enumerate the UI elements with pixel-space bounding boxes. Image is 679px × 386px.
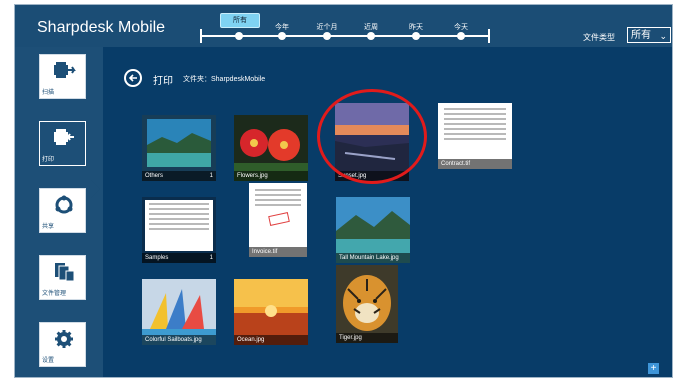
tile-caption: Contract.tif [438,159,512,169]
document-line [149,213,209,215]
document-thumbnail [145,200,213,251]
sidebar-item-share[interactable]: 共享 [39,188,86,233]
document-line [255,194,301,196]
add-button[interactable]: + [648,363,659,374]
timeline-point-2[interactable] [323,32,331,40]
timeline-start-cap [200,29,202,43]
document-line [149,228,209,230]
share-icon [55,195,73,214]
sidebar-item-label: 文件管理 [42,291,67,297]
file-tile-flowers[interactable]: Flowers.jpg [234,115,308,181]
document-line [444,123,506,125]
print-icon [54,129,74,145]
document-line [444,108,506,110]
timeline-track [202,35,488,37]
document-line [255,204,301,206]
page-title: 打印 [153,76,173,87]
tile-caption: Flowers.jpg [234,171,308,181]
timeline-label-2[interactable]: 近个月 [317,22,338,32]
sidebar-item-label: 共享 [42,224,55,230]
document-line [444,113,506,115]
timeline-label-5[interactable]: 今天 [454,22,468,32]
file-tile-tall-mountain-lake[interactable]: Tall Mountain Lake.jpg [336,197,410,263]
sidebar: 扫描 打印 共享 文件管理 设置 [15,47,103,377]
date-timeline[interactable]: 所有 今年 近个月 近周 昨天 今天 [200,13,490,47]
document-line [444,128,506,130]
arrow-left-icon [128,74,137,82]
tile-count: 1 [209,173,213,179]
document-line [255,199,301,201]
file-tile-colorful-sailboats[interactable]: Colorful Sailboats.jpg [142,279,216,345]
folder-tile-samples[interactable]: Samples 1 [142,197,216,263]
content-pane: 打印 文件夹：SharpdeskMobile Others 1 Flowers.… [103,47,672,377]
document-line [149,203,209,205]
timeline-label-1[interactable]: 今年 [275,22,289,32]
file-type-select[interactable]: 所有 ⌄ [627,27,671,43]
highlight-circle [317,89,427,184]
back-button[interactable] [124,69,142,87]
timeline-label-4[interactable]: 昨天 [409,22,423,32]
file-tile-contract[interactable]: Contract.tif [438,103,512,169]
document-thumbnail [251,186,305,245]
file-type-label: 文件类型 [583,33,615,42]
tile-caption: Others [142,171,216,181]
paid-stamp [268,212,290,226]
file-tile-invoice[interactable]: Invoice.tif [249,183,307,257]
scan-icon [54,62,76,78]
document-line [444,133,506,135]
file-manage-icon [55,263,75,282]
timeline-label-3[interactable]: 近周 [364,22,378,32]
app-title: Sharpdesk Mobile [37,19,166,36]
tile-caption: Invoice.tif [249,247,307,257]
sidebar-item-label: 打印 [42,157,55,163]
app-window: Sharpdesk Mobile 所有 今年 近个月 近周 昨天 今天 文件类型… [14,4,673,378]
timeline-point-3[interactable] [367,32,375,40]
tile-caption: Colorful Sailboats.jpg [142,335,216,345]
document-thumbnail [440,105,510,157]
top-bar: Sharpdesk Mobile 所有 今年 近个月 近周 昨天 今天 文件类型… [15,5,672,47]
chevron-down-icon: ⌄ [659,31,667,41]
file-type-value: 所有 [631,30,651,41]
folder-tile-others[interactable]: Others 1 [142,115,216,181]
active-indicator [91,180,100,198]
sidebar-item-settings[interactable]: 设置 [39,322,86,367]
sidebar-item-file-manage[interactable]: 文件管理 [39,255,86,300]
tile-count: 1 [209,255,213,261]
file-tile-ocean[interactable]: Ocean.jpg [234,279,308,345]
timeline-current-marker[interactable]: 所有 [220,13,260,28]
document-line [149,208,209,210]
file-tile-tiger[interactable]: Tiger.jpg [336,265,398,343]
sidebar-item-scan[interactable]: 扫描 [39,54,86,99]
sidebar-item-print[interactable]: 打印 [39,121,86,166]
gear-icon [55,330,73,348]
breadcrumb: 文件夹：SharpdeskMobile [183,76,266,83]
document-line [149,223,209,225]
sidebar-item-label: 设置 [42,358,55,364]
document-line [255,189,301,191]
tile-caption: Tiger.jpg [336,333,398,343]
tile-caption: Ocean.jpg [234,335,308,345]
timeline-end-cap [488,29,490,43]
timeline-point-1[interactable] [278,32,286,40]
image-thumbnail [336,265,398,343]
tile-caption: Samples [142,253,216,263]
sidebar-item-label: 扫描 [42,90,55,96]
tile-caption: Tall Mountain Lake.jpg [336,253,410,263]
timeline-point-current[interactable] [235,32,243,40]
document-line [444,138,506,140]
document-line [444,118,506,120]
timeline-point-4[interactable] [412,32,420,40]
document-line [149,218,209,220]
timeline-point-5[interactable] [457,32,465,40]
